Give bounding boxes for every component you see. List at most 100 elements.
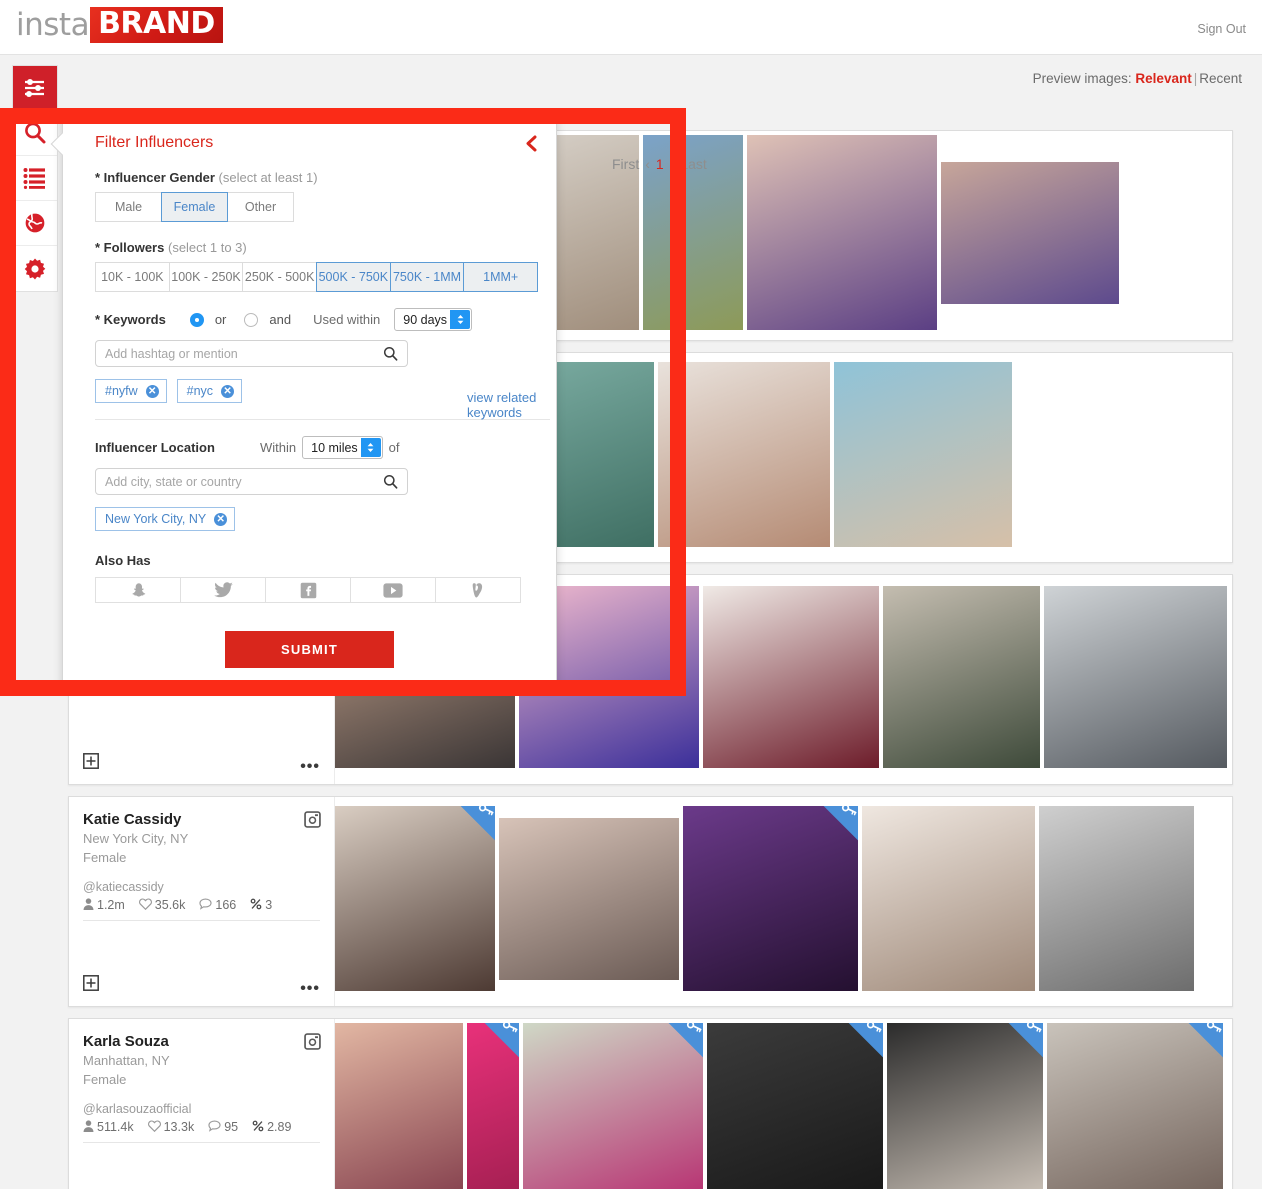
preview-image[interactable] — [1047, 1023, 1223, 1189]
keywords-or-radio[interactable] — [189, 312, 204, 327]
followers-option-100k-250k[interactable]: 100K - 250K — [168, 262, 244, 292]
add-to-list-button[interactable] — [83, 975, 99, 996]
gender-option-female[interactable]: Female — [161, 192, 228, 222]
preview-image[interactable] — [683, 806, 858, 991]
remove-icon[interactable]: ✕ — [214, 512, 228, 526]
gear-icon — [24, 258, 46, 279]
chevron-left-icon[interactable] — [524, 135, 538, 157]
brand-logo[interactable]: insta BRAND — [16, 7, 223, 43]
search-icon[interactable] — [383, 346, 398, 367]
gender-option-male[interactable]: Male — [95, 192, 162, 222]
sign-out-link[interactable]: Sign Out — [1197, 22, 1246, 36]
preview-image[interactable] — [747, 135, 937, 330]
followers-option-10k-100k[interactable]: 10K - 100K — [95, 262, 170, 292]
preview-image[interactable] — [467, 1023, 519, 1189]
preview-recent-link[interactable]: Recent — [1199, 71, 1242, 86]
key-ribbon-badge — [811, 806, 858, 847]
preview-image[interactable] — [1044, 585, 1227, 768]
location-within-label: Within — [260, 440, 297, 455]
pagination-prev[interactable]: ‹ — [645, 156, 650, 172]
followers-options: 10K - 100K 100K - 250K 250K - 500K 500K - 7… — [95, 262, 539, 292]
keyword-search-field[interactable] — [95, 340, 408, 367]
gender-label-text: * Influencer Gender — [95, 170, 215, 185]
sidebar-item-discover[interactable] — [13, 201, 57, 246]
followers-option-500k-750k[interactable]: 500K - 750K — [316, 262, 391, 292]
app-root: insta BRAND Sign Out Preview images: Rel… — [0, 0, 1262, 1189]
location-within-select[interactable]: 10 miles — [302, 436, 383, 459]
submit-button[interactable]: SUBMIT — [224, 631, 395, 668]
followers-option-250k-500k[interactable]: 250K - 500K — [242, 262, 318, 292]
preview-image[interactable] — [1039, 806, 1194, 991]
location-row: Influencer Location Within 10 miles of — [95, 436, 538, 459]
sidebar-item-lists[interactable] — [13, 156, 57, 201]
snapchat-icon — [131, 582, 145, 597]
instagram-icon — [304, 1033, 321, 1050]
stat-likes: 35.6k — [138, 898, 185, 913]
snapchat-filter-button[interactable] — [95, 577, 181, 603]
stat-likes: 13.3k — [147, 1120, 194, 1135]
preview-image[interactable] — [862, 806, 1035, 991]
key-icon — [835, 806, 858, 823]
remove-icon[interactable]: ✕ — [145, 384, 159, 398]
followers-label: * Followers (select 1 to 3) — [81, 240, 538, 255]
preview-images-label: Preview images: — [1032, 71, 1132, 86]
influencer-card[interactable]: Karla Souza Manhattan, NY Female @karlasouz… — [68, 1018, 1233, 1189]
pagination-next[interactable]: › — [670, 156, 675, 172]
sidebar-rail — [12, 65, 58, 292]
pagination-first[interactable]: First — [612, 156, 639, 172]
influencer-card[interactable]: Katie Cassidy New York City, NY Female @kat… — [68, 796, 1233, 1007]
key-icon — [860, 1023, 883, 1040]
preview-image[interactable] — [703, 585, 879, 768]
preview-image[interactable] — [335, 806, 495, 991]
location-label: Influencer Location — [95, 440, 215, 455]
more-options-button[interactable]: ••• — [300, 981, 320, 997]
sidebar-item-filters[interactable] — [13, 66, 57, 111]
preview-image[interactable] — [883, 585, 1040, 768]
preview-images-toggle: Preview images: Relevant | Recent — [1033, 71, 1242, 86]
remove-icon[interactable]: ✕ — [221, 384, 235, 398]
influencer-stats: 511.4k 13.3k 95 2.89 — [83, 1120, 320, 1143]
followers-hint: (select 1 to 3) — [167, 240, 247, 255]
search-icon[interactable] — [383, 474, 398, 495]
followers-label-text: * Followers — [95, 240, 165, 255]
twitter-filter-button[interactable] — [180, 577, 266, 603]
youtube-filter-button[interactable] — [350, 577, 436, 603]
more-options-button[interactable]: ••• — [300, 759, 320, 775]
heart-icon — [147, 1120, 161, 1135]
preview-image[interactable] — [941, 161, 1119, 304]
sidebar-item-settings[interactable] — [13, 246, 57, 291]
influencer-location: New York City, NY — [83, 831, 189, 847]
keyword-search-input[interactable] — [105, 346, 377, 361]
instagram-profile-icon[interactable] — [304, 1033, 321, 1055]
vine-filter-button[interactable] — [435, 577, 521, 603]
preview-image[interactable] — [834, 362, 1012, 547]
preview-image[interactable] — [523, 1023, 703, 1189]
sidebar-item-search[interactable] — [13, 111, 57, 156]
preview-image[interactable] — [658, 362, 830, 547]
location-search-input[interactable] — [105, 474, 377, 489]
location-search-field[interactable] — [95, 468, 408, 495]
content-area: Preview images: Relevant | Recent First ‹ … — [0, 55, 1262, 1189]
preview-image[interactable] — [335, 1023, 463, 1189]
preview-relevant-link[interactable]: Relevant — [1135, 71, 1191, 86]
preview-image[interactable] — [707, 1023, 883, 1189]
preview-image[interactable] — [887, 1023, 1043, 1189]
influencer-gender: Female — [83, 849, 127, 865]
pagination-current-page[interactable]: 1 — [656, 156, 664, 172]
used-within-select[interactable]: 90 days — [394, 308, 473, 331]
followers-option-1mm[interactable]: 1MM+ — [463, 262, 539, 292]
gender-option-other[interactable]: Other — [227, 192, 294, 222]
view-related-keywords-link[interactable]: view related keywords — [467, 390, 556, 420]
followers-option-750k-1mm[interactable]: 750K - 1MM — [389, 262, 465, 292]
location-within-value: 10 miles — [311, 440, 358, 455]
search-icon — [25, 122, 46, 144]
facebook-filter-button[interactable] — [265, 577, 351, 603]
preview-image[interactable] — [499, 817, 679, 980]
instagram-profile-icon[interactable] — [304, 811, 321, 833]
pagination-last[interactable]: Last — [680, 156, 706, 172]
add-to-list-button[interactable] — [83, 753, 99, 774]
list-icon — [23, 168, 45, 189]
keywords-and-radio[interactable] — [244, 312, 259, 327]
keyword-chip: #nyc ✕ — [176, 379, 243, 403]
influencer-stats: 1.2m 35.6k 166 3 — [83, 898, 320, 921]
